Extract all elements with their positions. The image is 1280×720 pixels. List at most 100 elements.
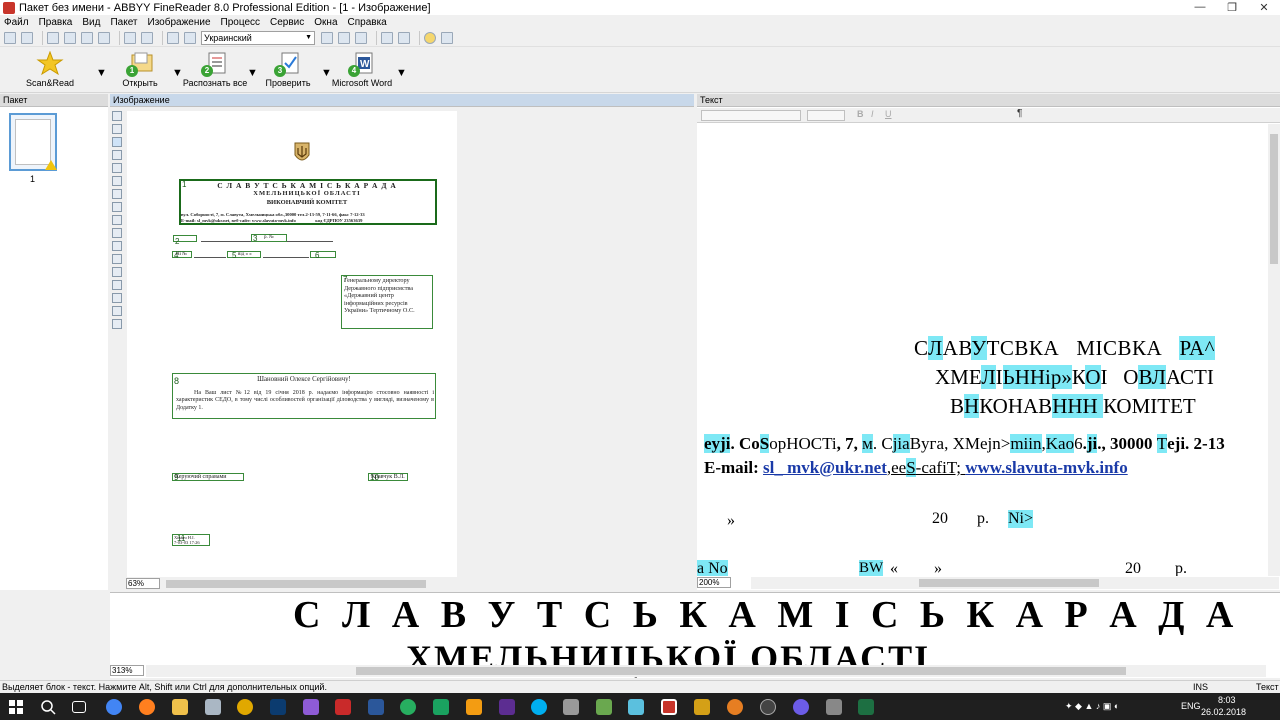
table-block-icon[interactable] [112, 150, 122, 160]
text-block-8[interactable]: 8 Шановний Олексе Сергійовичу! На Ваш ли… [172, 373, 436, 419]
skype-icon[interactable] [531, 699, 547, 715]
undo-icon[interactable] [124, 31, 136, 44]
delete-block-icon[interactable] [112, 215, 122, 225]
file-explorer-icon[interactable] [172, 699, 188, 715]
text-zoom-field[interactable]: 200% [697, 577, 731, 588]
layout3-icon[interactable] [355, 31, 367, 44]
menu-edit[interactable]: Правка [39, 17, 73, 28]
rotate-icon[interactable] [112, 254, 122, 264]
start-icon[interactable] [8, 699, 24, 715]
scan-read-dropdown-icon[interactable]: ▼ [96, 67, 107, 79]
font-name-select[interactable] [701, 110, 801, 121]
menu-help[interactable]: Справка [348, 17, 387, 28]
select-area-icon[interactable] [112, 111, 122, 121]
layout2-icon[interactable] [338, 31, 350, 44]
eraser-icon[interactable] [112, 280, 122, 290]
zoom-level-field[interactable]: 313% [110, 665, 144, 676]
image-horizontal-scrollbar[interactable] [162, 578, 694, 590]
recognized-text-document[interactable]: СЛАВУТСВКА МІСВКА РА^ ХМЕЛІЬННір»КОІ ОВЛ… [697, 124, 1267, 576]
app12-icon[interactable] [760, 699, 776, 715]
scan-read-button[interactable]: Scan&Read [26, 50, 74, 91]
invert-icon[interactable] [112, 293, 122, 303]
photoshop-icon[interactable] [270, 699, 286, 715]
underline-icon[interactable]: U [885, 109, 892, 119]
open-dropdown-icon[interactable]: ▼ [172, 67, 183, 79]
scrollbar-thumb[interactable] [919, 579, 1099, 587]
tray-icons[interactable]: ✦ ◆ ▲ ♪ ▣ ◐ [1065, 701, 1119, 712]
zoom-horizontal-scrollbar[interactable] [146, 665, 1266, 677]
document-page-image[interactable]: 1 С Л А В У Т С Ь К А М І С Ь К А Р А Д … [127, 111, 457, 577]
scrollbar-thumb[interactable] [166, 580, 426, 588]
split-view-icon[interactable] [381, 31, 393, 44]
restore-button[interactable]: ❐ [1216, 1, 1248, 14]
next-page-icon[interactable] [184, 31, 196, 44]
paste-icon[interactable] [81, 31, 93, 44]
options-icon[interactable] [424, 31, 436, 44]
text-block-3[interactable]: 3 р. № [251, 234, 287, 243]
website-link[interactable]: www.slavuta-mvk.info [965, 458, 1127, 477]
bold-icon[interactable]: B [857, 109, 864, 119]
prev-page-icon[interactable] [167, 31, 179, 44]
email-link[interactable]: sl_ mvk@ukr.net [763, 458, 887, 477]
open-button[interactable]: 1 Открыть [120, 51, 160, 91]
layout-analysis-icon[interactable] [112, 241, 122, 251]
app2-icon[interactable] [303, 699, 319, 715]
app3-icon[interactable] [400, 699, 416, 715]
mf-app-icon[interactable] [237, 699, 253, 715]
menu-file[interactable]: Файл [4, 17, 29, 28]
recognition-area-icon[interactable] [112, 124, 122, 134]
edit-image-icon[interactable] [112, 319, 122, 329]
menu-batch[interactable]: Пакет [110, 17, 137, 28]
menu-tools[interactable]: Сервис [270, 17, 304, 28]
image-properties-icon[interactable] [112, 306, 122, 316]
app6-icon[interactable] [499, 699, 515, 715]
recognize-dropdown-icon[interactable]: ▼ [247, 67, 258, 79]
text-block-icon[interactable] [112, 137, 122, 147]
text-vertical-scrollbar[interactable] [1268, 124, 1280, 576]
microsoft-word-button[interactable]: W 4 Microsoft Word [332, 51, 392, 91]
app13-icon[interactable] [826, 699, 842, 715]
app10-icon[interactable] [694, 699, 710, 715]
app5-icon[interactable] [466, 699, 482, 715]
text-block-10[interactable]: 10 Кравчук В.Л. [368, 473, 408, 482]
text-block-11[interactable]: 11 Хомич Н.І. 7-03-03 17:26 [172, 534, 210, 546]
delete-icon[interactable] [98, 31, 110, 44]
app4-icon[interactable] [433, 699, 449, 715]
menu-image[interactable]: Изображение [148, 17, 211, 28]
italic-icon[interactable]: I [871, 109, 874, 119]
scrollbar-thumb[interactable] [356, 667, 1126, 675]
app-icon[interactable] [205, 699, 221, 715]
minimize-button[interactable]: — [1184, 1, 1216, 14]
table-view-icon[interactable] [398, 31, 410, 44]
crop-icon[interactable] [112, 267, 122, 277]
help-icon[interactable] [441, 31, 453, 44]
text-block-9[interactable]: 9 Керуючий справами [172, 473, 244, 482]
copy-icon[interactable] [64, 31, 76, 44]
redo-icon[interactable] [141, 31, 153, 44]
menu-view[interactable]: Вид [82, 17, 100, 28]
app7-icon[interactable] [563, 699, 579, 715]
close-button[interactable]: ✕ [1248, 1, 1280, 14]
keyboard-language[interactable]: ENG [1181, 701, 1201, 711]
clock-date[interactable]: 26.02.2018 [1201, 707, 1246, 717]
image-zoom-field[interactable]: 63% [126, 578, 160, 589]
text-block-5[interactable]: 5 від « » [227, 251, 261, 260]
finereader-taskbar-icon[interactable] [661, 699, 677, 715]
text-horizontal-scrollbar[interactable] [751, 577, 1279, 589]
menu-windows[interactable]: Окна [314, 17, 337, 28]
text-block-4[interactable]: 4 Ні № [172, 251, 192, 260]
word-taskbar-icon[interactable] [368, 699, 384, 715]
menu-process[interactable]: Процесс [221, 17, 261, 28]
new-batch-icon[interactable] [4, 31, 16, 44]
recognition-language-select[interactable]: Украинский ▼ [201, 30, 315, 45]
layout-icon[interactable] [321, 31, 333, 44]
scrollbar-thumb[interactable] [1270, 134, 1278, 264]
font-size-select[interactable] [807, 110, 845, 121]
order-blocks-icon[interactable] [112, 228, 122, 238]
excel-icon[interactable] [858, 699, 874, 715]
cut-icon[interactable] [47, 31, 59, 44]
filezilla-icon[interactable] [335, 699, 351, 715]
cut-block-icon[interactable] [112, 202, 122, 212]
open-batch-icon[interactable] [21, 31, 33, 44]
app11-icon[interactable] [727, 699, 743, 715]
